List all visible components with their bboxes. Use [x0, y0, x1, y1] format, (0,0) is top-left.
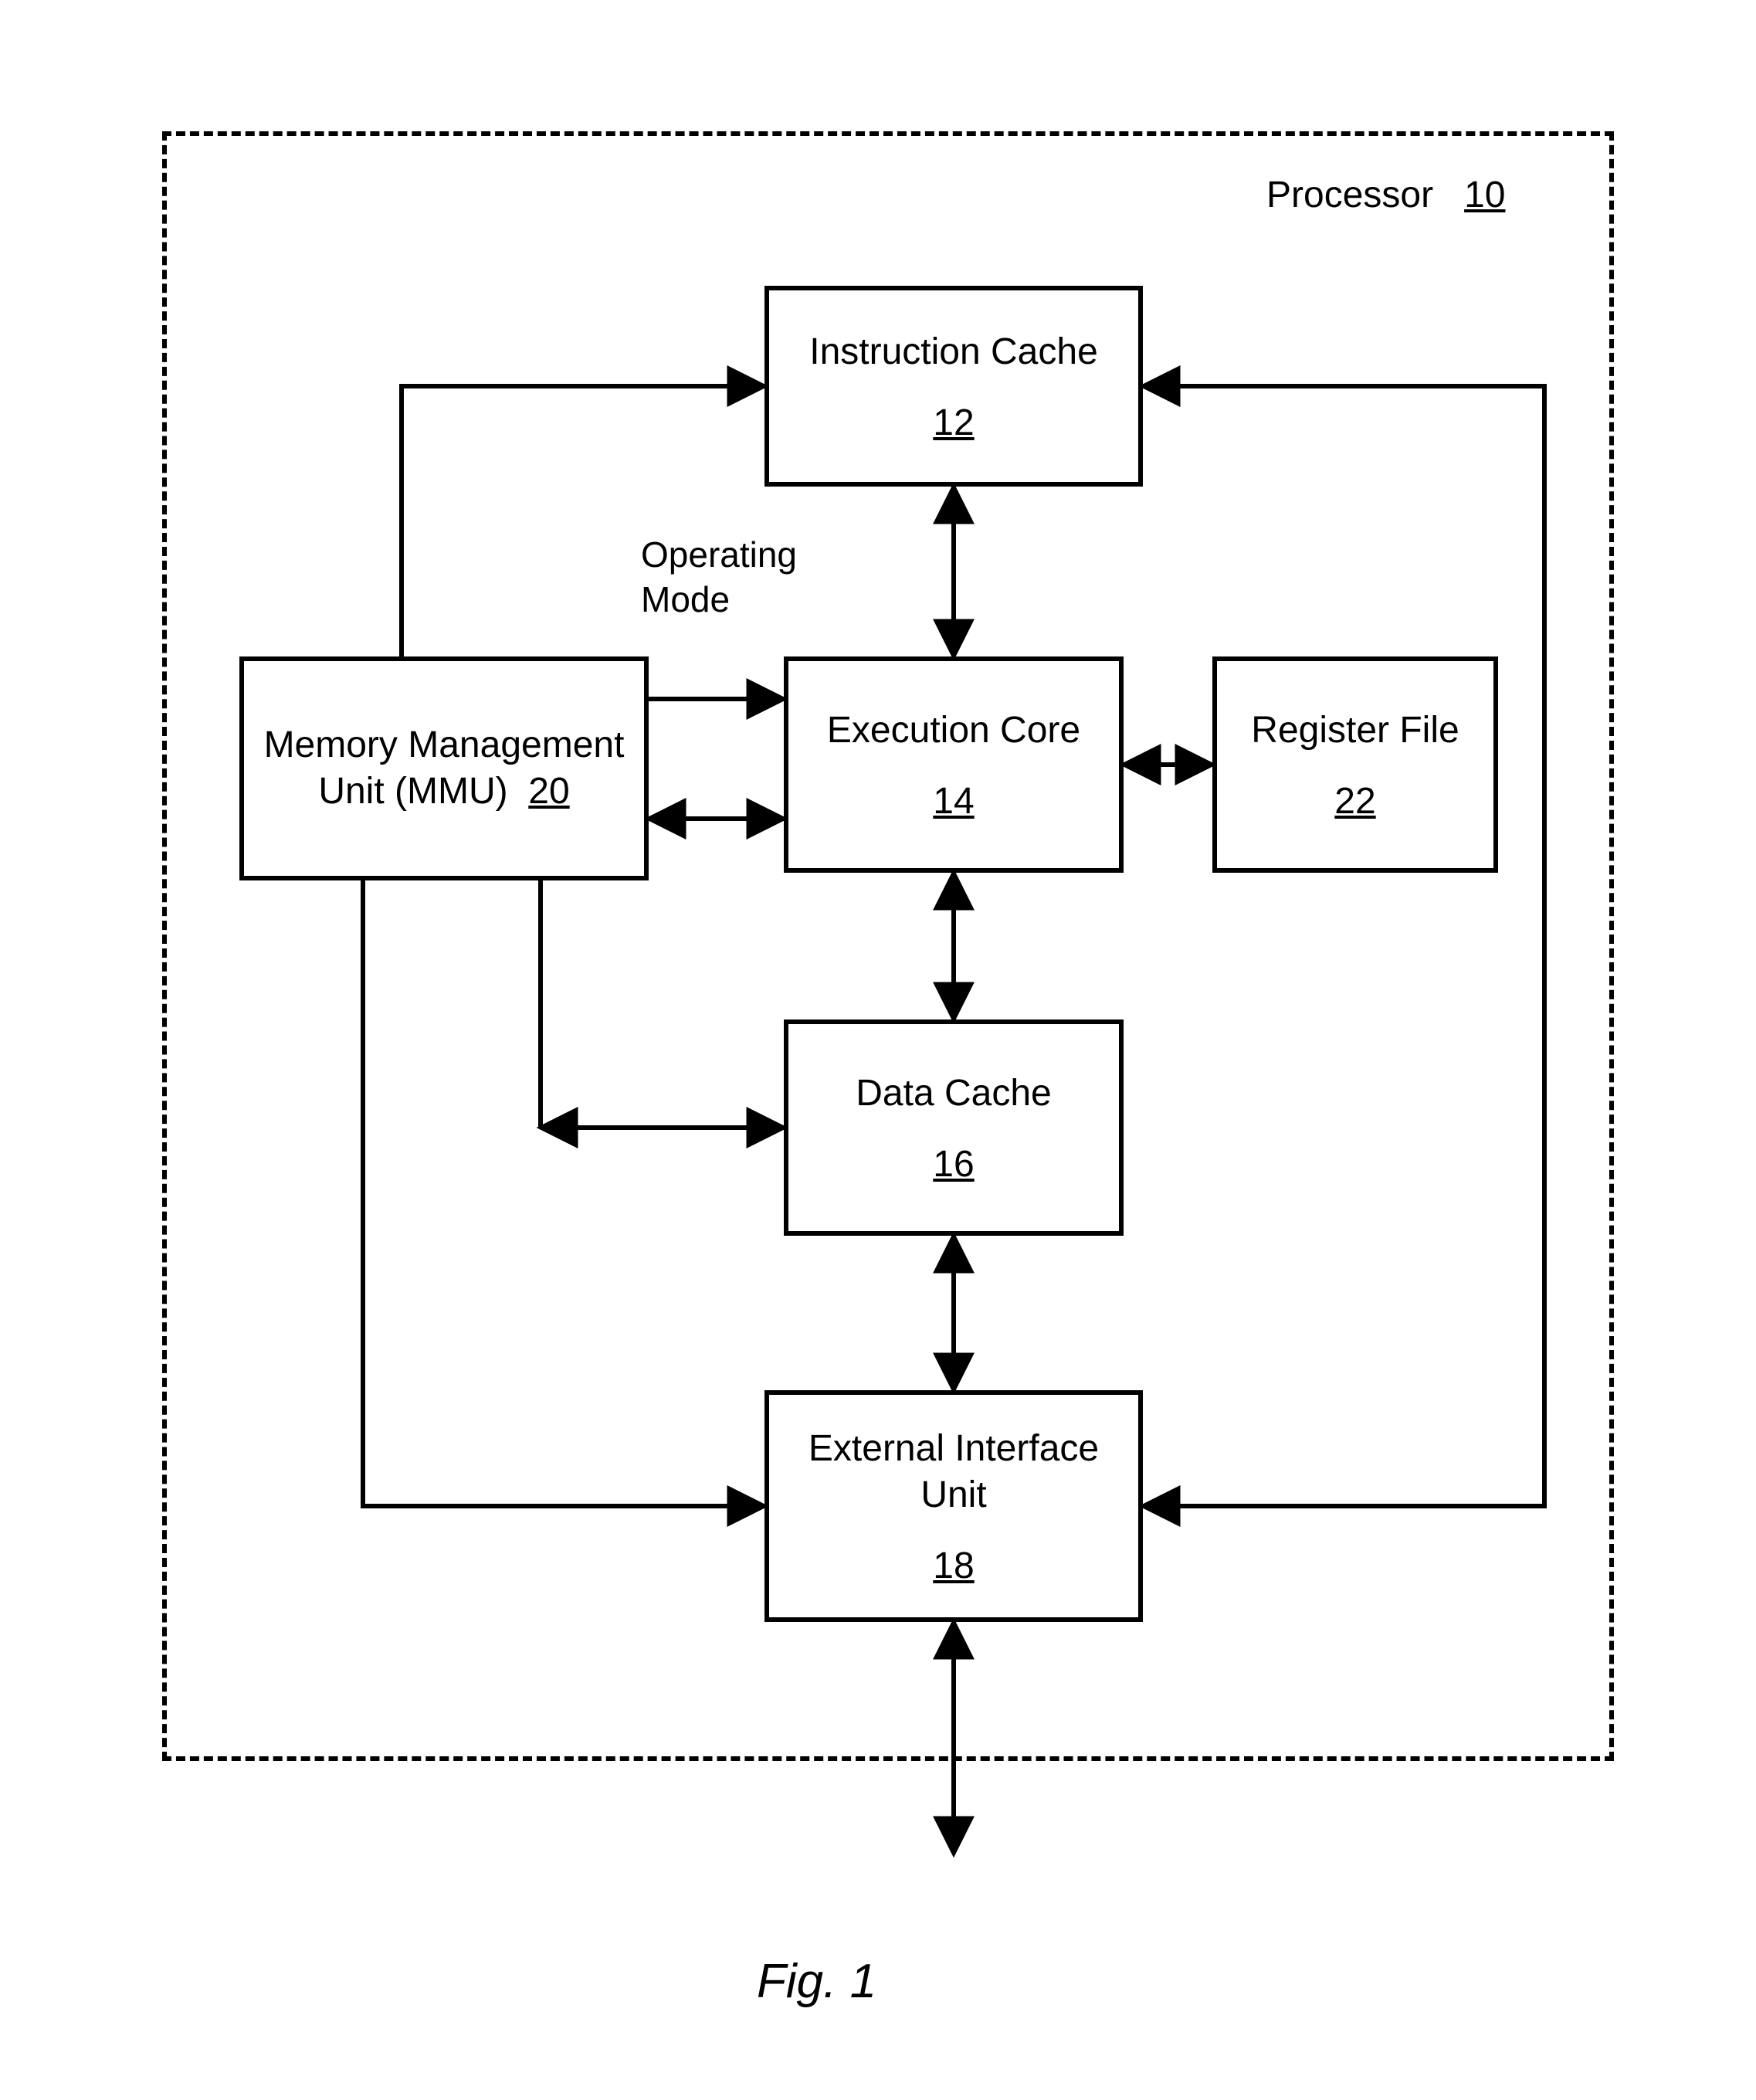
execcore-ref: 14 — [933, 780, 974, 823]
extif-ref: 18 — [933, 1545, 974, 1587]
block-instruction-cache: Instruction Cache 12 — [764, 286, 1143, 487]
regfile-label: Register File — [1251, 707, 1459, 754]
regfile-ref: 22 — [1334, 780, 1375, 823]
execcore-label: Execution Core — [827, 707, 1080, 754]
icache-ref: 12 — [933, 402, 974, 444]
dcache-label: Data Cache — [856, 1070, 1051, 1117]
block-data-cache: Data Cache 16 — [784, 1019, 1124, 1236]
block-register-file: Register File 22 — [1212, 656, 1498, 873]
processor-label-ref: 10 — [1464, 175, 1505, 215]
block-execution-core: Execution Core 14 — [784, 656, 1124, 873]
extif-label: External Interface Unit — [809, 1426, 1099, 1518]
figure-caption: Fig. 1 — [757, 1954, 876, 2009]
processor-label: Processor 10 — [1266, 174, 1505, 216]
mmu-label: Memory ManagementUnit (MMU) 20 — [264, 722, 625, 815]
icache-label: Instruction Cache — [809, 329, 1098, 375]
diagram-canvas: Processor 10 Instruction Cache 12 Execut… — [0, 0, 1756, 2100]
block-mmu: Memory ManagementUnit (MMU) 20 20 — [239, 656, 649, 880]
operating-mode-label: Operating Mode — [641, 533, 797, 622]
processor-label-text: Processor — [1266, 175, 1433, 215]
block-external-interface-unit: External Interface Unit 18 — [764, 1390, 1143, 1622]
dcache-ref: 16 — [933, 1143, 974, 1186]
